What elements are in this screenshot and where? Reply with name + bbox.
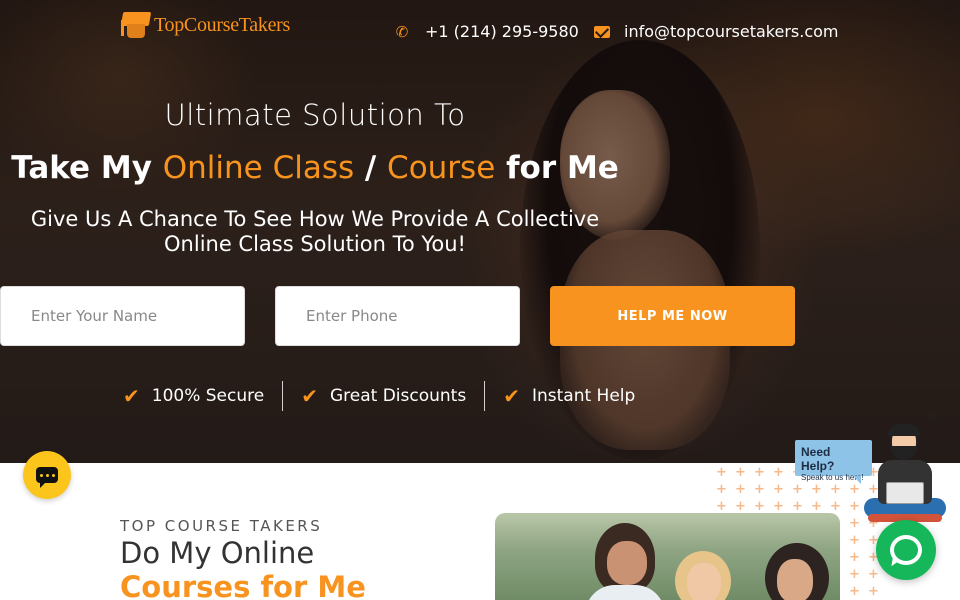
feature-label: Instant Help (531, 386, 636, 406)
plus-decoration: + (716, 499, 727, 514)
hero-title-accent-course: Course (387, 150, 496, 186)
section-title-line1: Do My Online (120, 536, 315, 570)
plus-decoration: + (754, 465, 765, 480)
hero-title-separator: / (354, 150, 388, 186)
envelope-icon (594, 25, 610, 38)
graduation-cap-icon (120, 10, 152, 40)
support-agent-illustration (864, 424, 946, 526)
plus-decoration: + (849, 533, 860, 548)
checkmark-icon: ✔ (301, 384, 318, 408)
plus-decoration: + (735, 499, 746, 514)
hero-section: TopCourseTakers ✆ +1 (214) 295-9580 info… (0, 0, 960, 463)
need-help-subtitle: Speak to us here! (801, 473, 864, 482)
plus-decoration: + (849, 516, 860, 531)
plus-decoration: + (868, 584, 879, 599)
help-me-now-button[interactable]: HELP ME NOW (550, 286, 795, 346)
header-phone-number: +1 (214) 295-9580 (425, 22, 579, 41)
plus-decoration: + (830, 499, 841, 514)
feature-item: ✔ Instant Help (484, 381, 653, 411)
checkmark-icon: ✔ (503, 384, 520, 408)
checkmark-icon: ✔ (123, 384, 140, 408)
plus-decoration: + (754, 499, 765, 514)
plus-decoration: + (849, 567, 860, 582)
need-help-tooltip[interactable]: Need Help? Speak to us here! (795, 440, 872, 484)
hero-title-part2: for Me (495, 150, 619, 186)
feature-item: ✔ Great Discounts (282, 381, 484, 411)
header-email-link[interactable]: info@topcoursetakers.com (594, 22, 839, 41)
plus-decoration: + (735, 465, 746, 480)
feature-label: 100% Secure (151, 386, 265, 406)
feature-label: Great Discounts (329, 386, 467, 406)
plus-decoration: + (849, 550, 860, 565)
plus-decoration: + (716, 482, 727, 497)
plus-decoration: + (849, 499, 860, 514)
students-photo (495, 513, 840, 600)
name-input[interactable] (0, 286, 245, 346)
plus-decoration: + (868, 567, 879, 582)
hero-title-part1: Take My (11, 150, 163, 186)
section-title: Do My Online Courses for Me (120, 536, 366, 600)
header-email-address: info@topcoursetakers.com (624, 22, 839, 41)
close-icon[interactable]: × (925, 408, 937, 424)
plus-decoration: + (716, 465, 727, 480)
plus-decoration: + (849, 482, 860, 497)
phone-icon: ✆ (395, 22, 409, 41)
hero-title: Take My Online Class / Course for Me (0, 150, 630, 186)
plus-decoration: + (830, 482, 841, 497)
plus-decoration: + (735, 482, 746, 497)
plus-decoration: + (811, 499, 822, 514)
chat-icon (890, 535, 922, 565)
plus-decoration: + (773, 499, 784, 514)
plus-decoration: + (811, 482, 822, 497)
plus-decoration: + (792, 482, 803, 497)
plus-decoration: + (792, 499, 803, 514)
feature-item: ✔ 100% Secure (105, 381, 282, 411)
hero-title-accent-online-class: Online Class (162, 150, 355, 186)
hero-description-line2: Online Class Solution To You! (164, 232, 466, 256)
feature-list: ✔ 100% Secure ✔ Great Discounts ✔ Instan… (105, 381, 653, 411)
phone-input[interactable] (275, 286, 520, 346)
hero-description: Give Us A Chance To See How We Provide A… (0, 207, 630, 257)
chat-launcher-button[interactable] (23, 451, 71, 499)
plus-decoration: + (773, 482, 784, 497)
plus-decoration: + (754, 482, 765, 497)
need-help-title: Need Help? (801, 445, 835, 473)
header-phone-link[interactable]: ✆ +1 (214) 295-9580 (393, 22, 579, 41)
hero-description-line1: Give Us A Chance To See How We Provide A… (30, 207, 600, 231)
chat-bubble-icon (36, 467, 58, 488)
plus-decoration: + (849, 584, 860, 599)
section-eyebrow: TOP COURSE TAKERS (120, 517, 323, 535)
whatsapp-chat-button[interactable] (876, 520, 936, 580)
plus-decoration: + (773, 465, 784, 480)
hero-subtitle: Ultimate Solution To (164, 98, 466, 132)
site-logo[interactable]: TopCourseTakers (120, 10, 290, 40)
section-title-line2: Courses for Me (120, 570, 366, 600)
logo-text: TopCourseTakers (154, 13, 290, 36)
